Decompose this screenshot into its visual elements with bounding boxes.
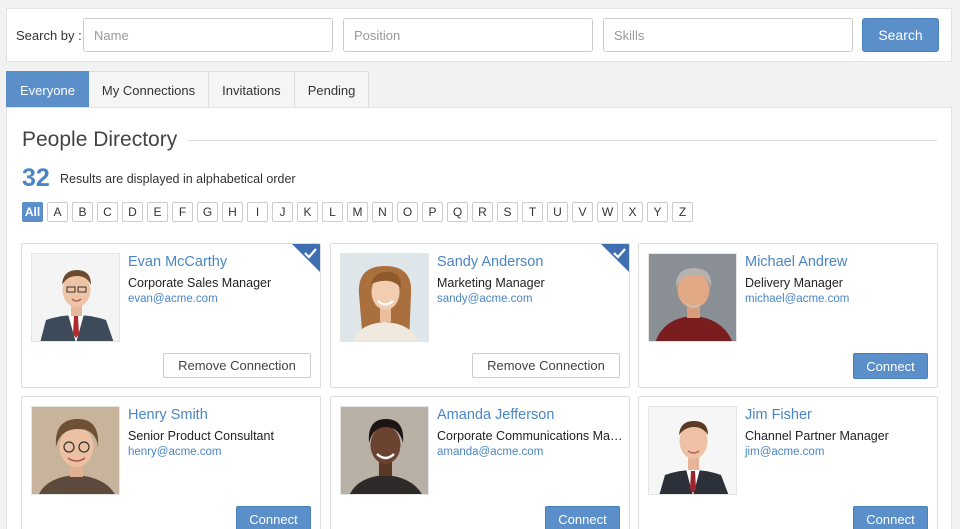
person-role: Marketing Manager: [437, 276, 545, 290]
letter-filter-j[interactable]: J: [272, 202, 293, 222]
person-name[interactable]: Sandy Anderson: [437, 254, 543, 270]
letter-filter-q[interactable]: Q: [447, 202, 468, 222]
person-card: Evan McCarthy Corporate Sales Manager ev…: [21, 243, 321, 388]
letter-filter-p[interactable]: P: [422, 202, 443, 222]
person-email[interactable]: evan@acme.com: [128, 293, 218, 305]
tab-invitations[interactable]: Invitations: [209, 71, 295, 108]
person-email[interactable]: jim@acme.com: [745, 446, 824, 458]
filter-tabs: Everyone My Connections Invitations Pend…: [6, 71, 370, 108]
connect-button[interactable]: Connect: [236, 506, 311, 529]
person-card: Henry Smith Senior Product Consultant he…: [21, 396, 321, 529]
title-divider: [187, 140, 937, 141]
person-card: Sandy Anderson Marketing Manager sandy@a…: [330, 243, 630, 388]
letter-filter-k[interactable]: K: [297, 202, 318, 222]
person-email[interactable]: amanda@acme.com: [437, 446, 543, 458]
avatar[interactable]: [340, 253, 429, 342]
person-card: Michael Andrew Delivery Manager michael@…: [638, 243, 938, 388]
search-by-label: Search by :: [16, 28, 82, 43]
letter-filter-g[interactable]: G: [197, 202, 218, 222]
letter-filter-h[interactable]: H: [222, 202, 243, 222]
remove-connection-button[interactable]: Remove Connection: [472, 353, 620, 378]
connect-button[interactable]: Connect: [853, 506, 928, 529]
avatar[interactable]: [340, 406, 429, 495]
letter-filter-t[interactable]: T: [522, 202, 543, 222]
search-button[interactable]: Search: [862, 18, 939, 52]
person-role: Channel Partner Manager: [745, 429, 889, 443]
letter-filter-f[interactable]: F: [172, 202, 193, 222]
letter-filter-r[interactable]: R: [472, 202, 493, 222]
result-count-text: Results are displayed in alphabetical or…: [60, 172, 296, 186]
tab-pending[interactable]: Pending: [294, 71, 370, 108]
tab-everyone[interactable]: Everyone: [6, 71, 89, 108]
letter-filter-n[interactable]: N: [372, 202, 393, 222]
remove-connection-button[interactable]: Remove Connection: [163, 353, 311, 378]
skills-search-input[interactable]: [603, 18, 853, 52]
person-name[interactable]: Michael Andrew: [745, 254, 847, 270]
person-name[interactable]: Evan McCarthy: [128, 254, 227, 270]
letter-filter-all[interactable]: All: [22, 202, 43, 222]
letter-filter-b[interactable]: B: [72, 202, 93, 222]
connected-check-icon: [601, 244, 629, 272]
person-email[interactable]: henry@acme.com: [128, 446, 221, 458]
letter-filter-u[interactable]: U: [547, 202, 568, 222]
letter-filter-d[interactable]: D: [122, 202, 143, 222]
person-email[interactable]: sandy@acme.com: [437, 293, 532, 305]
person-name[interactable]: Jim Fisher: [745, 407, 812, 423]
letter-filter-l[interactable]: L: [322, 202, 343, 222]
tab-my-connections[interactable]: My Connections: [88, 71, 210, 108]
person-name[interactable]: Henry Smith: [128, 407, 208, 423]
letter-filter-s[interactable]: S: [497, 202, 518, 222]
letter-filter-y[interactable]: Y: [647, 202, 668, 222]
person-card: Jim Fisher Channel Partner Manager jim@a…: [638, 396, 938, 529]
search-bar: Search by : Search: [6, 8, 952, 62]
result-count: 32: [22, 164, 50, 192]
connected-check-icon: [292, 244, 320, 272]
letter-filter-z[interactable]: Z: [672, 202, 693, 222]
person-email[interactable]: michael@acme.com: [745, 293, 849, 305]
letter-filter-w[interactable]: W: [597, 202, 618, 222]
letter-filter-x[interactable]: X: [622, 202, 643, 222]
letter-filter-v[interactable]: V: [572, 202, 593, 222]
page-title: People Directory: [22, 128, 178, 151]
connect-button[interactable]: Connect: [545, 506, 620, 529]
person-name[interactable]: Amanda Jefferson: [437, 407, 554, 423]
letter-filter-c[interactable]: C: [97, 202, 118, 222]
connect-button[interactable]: Connect: [853, 353, 928, 379]
letter-filter-e[interactable]: E: [147, 202, 168, 222]
person-card: Amanda Jefferson Corporate Communication…: [330, 396, 630, 529]
person-role: Delivery Manager: [745, 276, 843, 290]
avatar[interactable]: [648, 406, 737, 495]
avatar[interactable]: [31, 406, 120, 495]
position-search-input[interactable]: [343, 18, 593, 52]
letter-filter-m[interactable]: M: [347, 202, 368, 222]
person-role: Corporate Communications Manager: [437, 429, 623, 443]
letter-filter-o[interactable]: O: [397, 202, 418, 222]
person-role: Corporate Sales Manager: [128, 276, 272, 290]
person-role: Senior Product Consultant: [128, 429, 274, 443]
alphabet-filter: All A B C D E F G H I J K L M N O P Q R …: [22, 202, 693, 222]
avatar[interactable]: [31, 253, 120, 342]
letter-filter-i[interactable]: I: [247, 202, 268, 222]
avatar[interactable]: [648, 253, 737, 342]
letter-filter-a[interactable]: A: [47, 202, 68, 222]
name-search-input[interactable]: [83, 18, 333, 52]
